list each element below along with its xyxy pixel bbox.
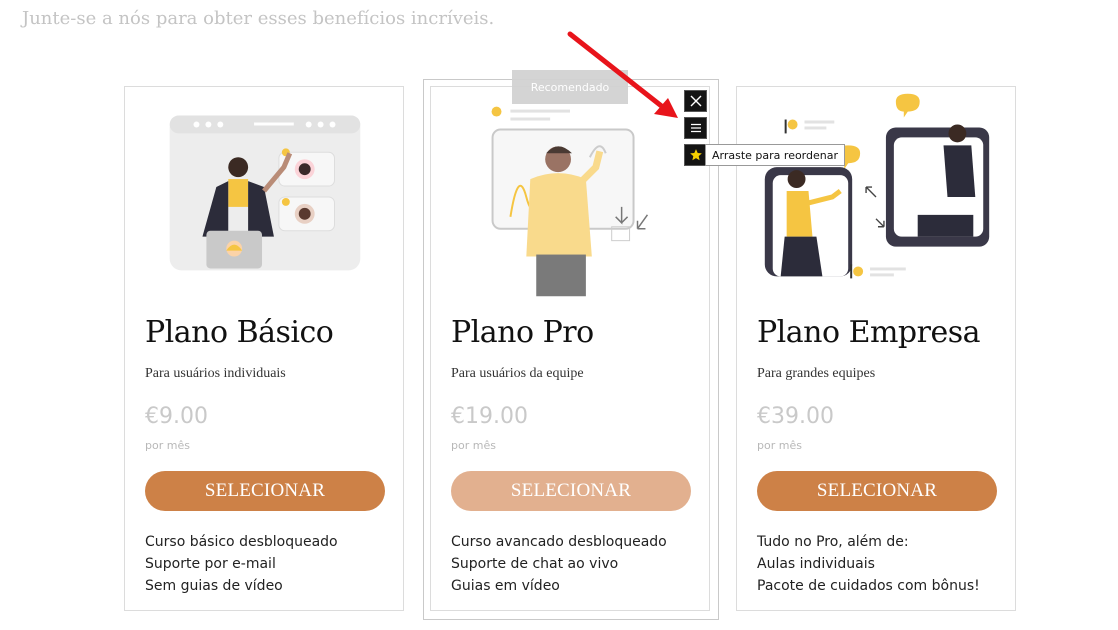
plan-illustration xyxy=(169,115,361,271)
star-icon xyxy=(689,149,702,161)
plan-price: €19.00 xyxy=(451,404,528,429)
select-plan-button[interactable]: SELECIONAR xyxy=(757,471,997,511)
plan-features: Tudo no Pro, além de: Aulas individuais … xyxy=(757,531,980,597)
feature-item: Suporte de chat ao vivo xyxy=(451,556,619,572)
recommended-badge: Recomendado xyxy=(512,70,628,104)
plan-illustration xyxy=(491,106,649,297)
plan-title: Plano Empresa xyxy=(757,315,981,350)
feature-item: Pacote de cuidados com bônus! xyxy=(757,578,980,594)
star-button[interactable] xyxy=(684,144,707,166)
intro-text: Junte-se a nós para obter esses benefíci… xyxy=(22,8,495,29)
plan-illustration xyxy=(764,93,990,279)
plan-price: €39.00 xyxy=(757,404,834,429)
pricing-card-basic: Plano Básico Para usuários individuais €… xyxy=(124,86,404,611)
plan-features: Curso avancado desbloqueado Suporte de c… xyxy=(451,531,667,597)
plan-subtitle: Para usuários da equipe xyxy=(451,366,584,381)
feature-item: Sem guias de vídeo xyxy=(145,578,283,594)
close-button[interactable] xyxy=(684,90,707,112)
plan-subtitle: Para grandes equipes xyxy=(757,366,876,381)
drag-handle-icon xyxy=(690,123,701,133)
feature-item: Curso básico desbloqueado xyxy=(145,534,338,550)
select-plan-button[interactable]: SELECIONAR xyxy=(451,471,691,511)
plan-subtitle: Para usuários individuais xyxy=(145,366,286,381)
plan-period: por mês xyxy=(451,439,496,452)
feature-item: Curso avancado desbloqueado xyxy=(451,534,667,550)
close-icon xyxy=(690,95,701,107)
feature-item: Suporte por e-mail xyxy=(145,556,276,572)
plan-period: por mês xyxy=(145,439,190,452)
feature-item: Aulas individuais xyxy=(757,556,875,572)
feature-item: Tudo no Pro, além de: xyxy=(757,534,909,550)
plan-period: por mês xyxy=(757,439,802,452)
feature-item: Guias em vídeo xyxy=(451,578,560,594)
plan-title: Plano Pro xyxy=(451,315,594,350)
select-plan-button[interactable]: SELECIONAR xyxy=(145,471,385,511)
plan-title: Plano Básico xyxy=(145,315,334,350)
pricing-card-pro[interactable]: Plano Pro Para usuários da equipe €19.00… xyxy=(430,86,710,611)
plan-price: €9.00 xyxy=(145,404,208,429)
drag-tooltip: Arraste para reordenar xyxy=(705,144,846,166)
plan-features: Curso básico desbloqueado Suporte por e-… xyxy=(145,531,338,597)
drag-handle-button[interactable] xyxy=(684,117,707,139)
